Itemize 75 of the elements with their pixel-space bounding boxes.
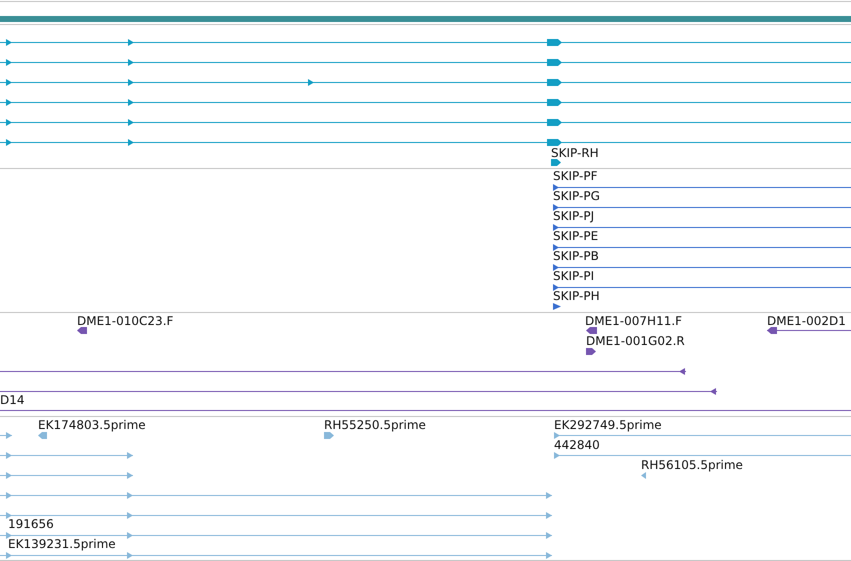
- arrow-icon: [546, 492, 552, 499]
- arrow-icon: [38, 432, 47, 438]
- arrow-icon: [553, 184, 559, 191]
- arrow-icon: [767, 327, 777, 334]
- arrow-icon: [554, 432, 560, 439]
- arrow-icon: [6, 139, 12, 146]
- arrow-icon: [553, 244, 559, 251]
- feature-label: SKIP-PB: [553, 249, 599, 263]
- arrow-icon: [553, 204, 559, 211]
- arrow-icon: [6, 59, 12, 66]
- arrow-icon: [128, 79, 134, 86]
- feature-label: DME1-007H11.F: [585, 314, 682, 328]
- feature-label: D14: [0, 393, 25, 407]
- feature-label: 191656: [8, 517, 54, 531]
- arrow-icon: [553, 302, 561, 310]
- arrow-icon: [324, 432, 334, 438]
- feature-label: SKIP-PJ: [553, 209, 594, 223]
- arrow-icon: [554, 452, 560, 459]
- feature-label: 442840: [554, 438, 600, 452]
- arrow-icon: [6, 39, 12, 46]
- arrow-icon: [586, 348, 596, 354]
- feature-label: EK292749.5prime: [554, 418, 662, 432]
- arrow-icon: [127, 532, 133, 539]
- arrow-icon: [6, 532, 12, 539]
- feature-label: SKIP-PE: [553, 229, 598, 243]
- arrow-icon: [308, 79, 314, 86]
- arrow-icon: [6, 472, 12, 479]
- feature-label: DME1-001G02.R: [586, 334, 685, 348]
- arrow-icon: [546, 512, 552, 519]
- arrow-icon: [6, 492, 12, 499]
- arrow-icon: [586, 326, 597, 334]
- arrow-icon: [127, 552, 133, 559]
- arrow-icon: [77, 326, 87, 334]
- feature-label: SKIP-PG: [553, 189, 600, 203]
- arrow-icon: [553, 224, 559, 231]
- arrow-icon: [547, 139, 562, 146]
- arrow-icon: [128, 99, 134, 106]
- arrow-icon: [547, 99, 562, 106]
- feature-label: RH56105.5prime: [641, 458, 743, 472]
- arrow-icon: [546, 532, 552, 539]
- arrow-icon: [128, 139, 134, 146]
- arrow-icon: [6, 512, 12, 519]
- arrow-icon: [128, 59, 134, 66]
- feature-label: EK139231.5prime: [8, 537, 116, 551]
- arrow-icon: [128, 39, 134, 46]
- feature-label: EK174803.5prime: [38, 418, 146, 432]
- arrow-icon: [547, 79, 562, 86]
- arrow-icon: [553, 264, 559, 271]
- feature-label: SKIP-PI: [553, 269, 594, 283]
- arrow-icon: [6, 432, 12, 439]
- arrow-icon: [547, 59, 562, 66]
- feature-label: RH55250.5prime: [324, 418, 426, 432]
- feature-label: DME1-010C23.F: [77, 314, 174, 328]
- arrow-icon: [6, 99, 12, 106]
- feature-label: SKIP-PF: [553, 169, 598, 183]
- arrow-icon: [127, 452, 133, 459]
- arrow-icon: [553, 284, 559, 291]
- arrow-icon: [127, 492, 133, 499]
- arrow-icon: [6, 452, 12, 459]
- arrow-icon: [641, 472, 646, 478]
- arrow-icon: [710, 388, 716, 395]
- arrow-icon: [6, 119, 12, 126]
- arrow-icon: [6, 79, 12, 86]
- feature-label: SKIP-RH: [551, 146, 599, 160]
- arrow-icon: [547, 119, 562, 126]
- feature-label: SKIP-PH: [553, 289, 600, 303]
- arrow-icon: [6, 552, 12, 559]
- arrow-icon: [127, 472, 133, 479]
- arrow-icon: [551, 158, 561, 166]
- arrow-icon: [547, 39, 562, 46]
- arrow-icon: [127, 512, 133, 519]
- arrow-icon: [679, 368, 685, 375]
- arrow-icon: [128, 119, 134, 126]
- feature-label: DME1-002D1: [767, 314, 846, 328]
- arrow-icon: [546, 552, 552, 559]
